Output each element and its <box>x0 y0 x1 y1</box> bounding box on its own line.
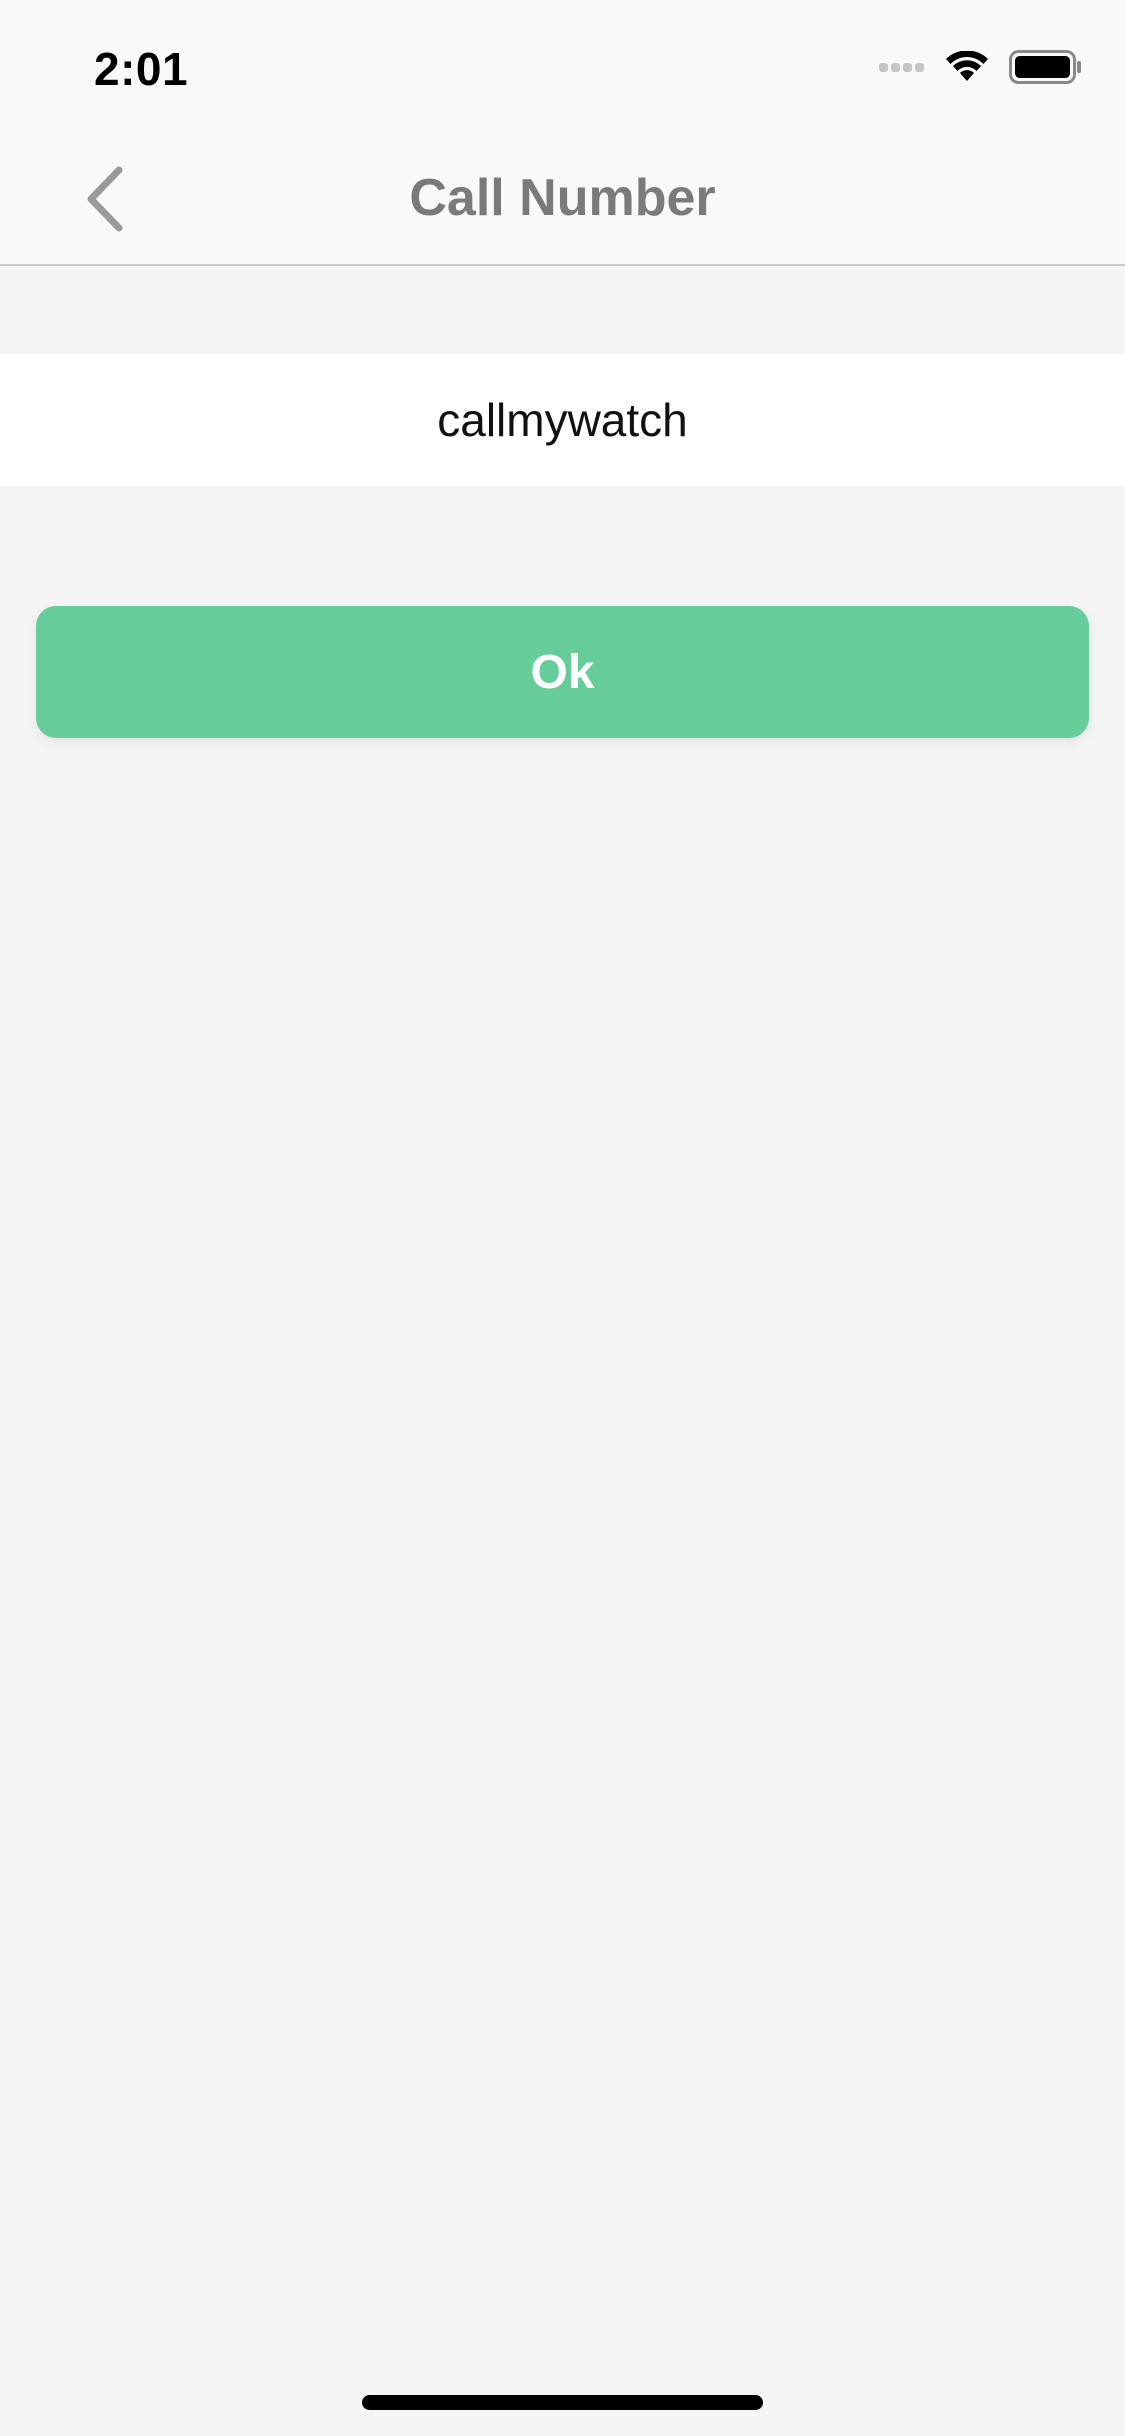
status-bar: 2:01 <box>0 0 1125 132</box>
signal-icon <box>879 62 927 72</box>
call-number-input[interactable] <box>0 354 1125 486</box>
status-time: 2:01 <box>94 43 189 95</box>
navigation-bar: Call Number <box>0 132 1125 266</box>
status-icons <box>879 50 1083 84</box>
ok-button[interactable]: Ok <box>36 606 1089 738</box>
page-title: Call Number <box>409 169 716 227</box>
home-indicator <box>362 2395 763 2410</box>
wifi-icon <box>946 51 988 81</box>
battery-icon <box>1009 50 1081 84</box>
call-number-field-row <box>0 354 1125 486</box>
